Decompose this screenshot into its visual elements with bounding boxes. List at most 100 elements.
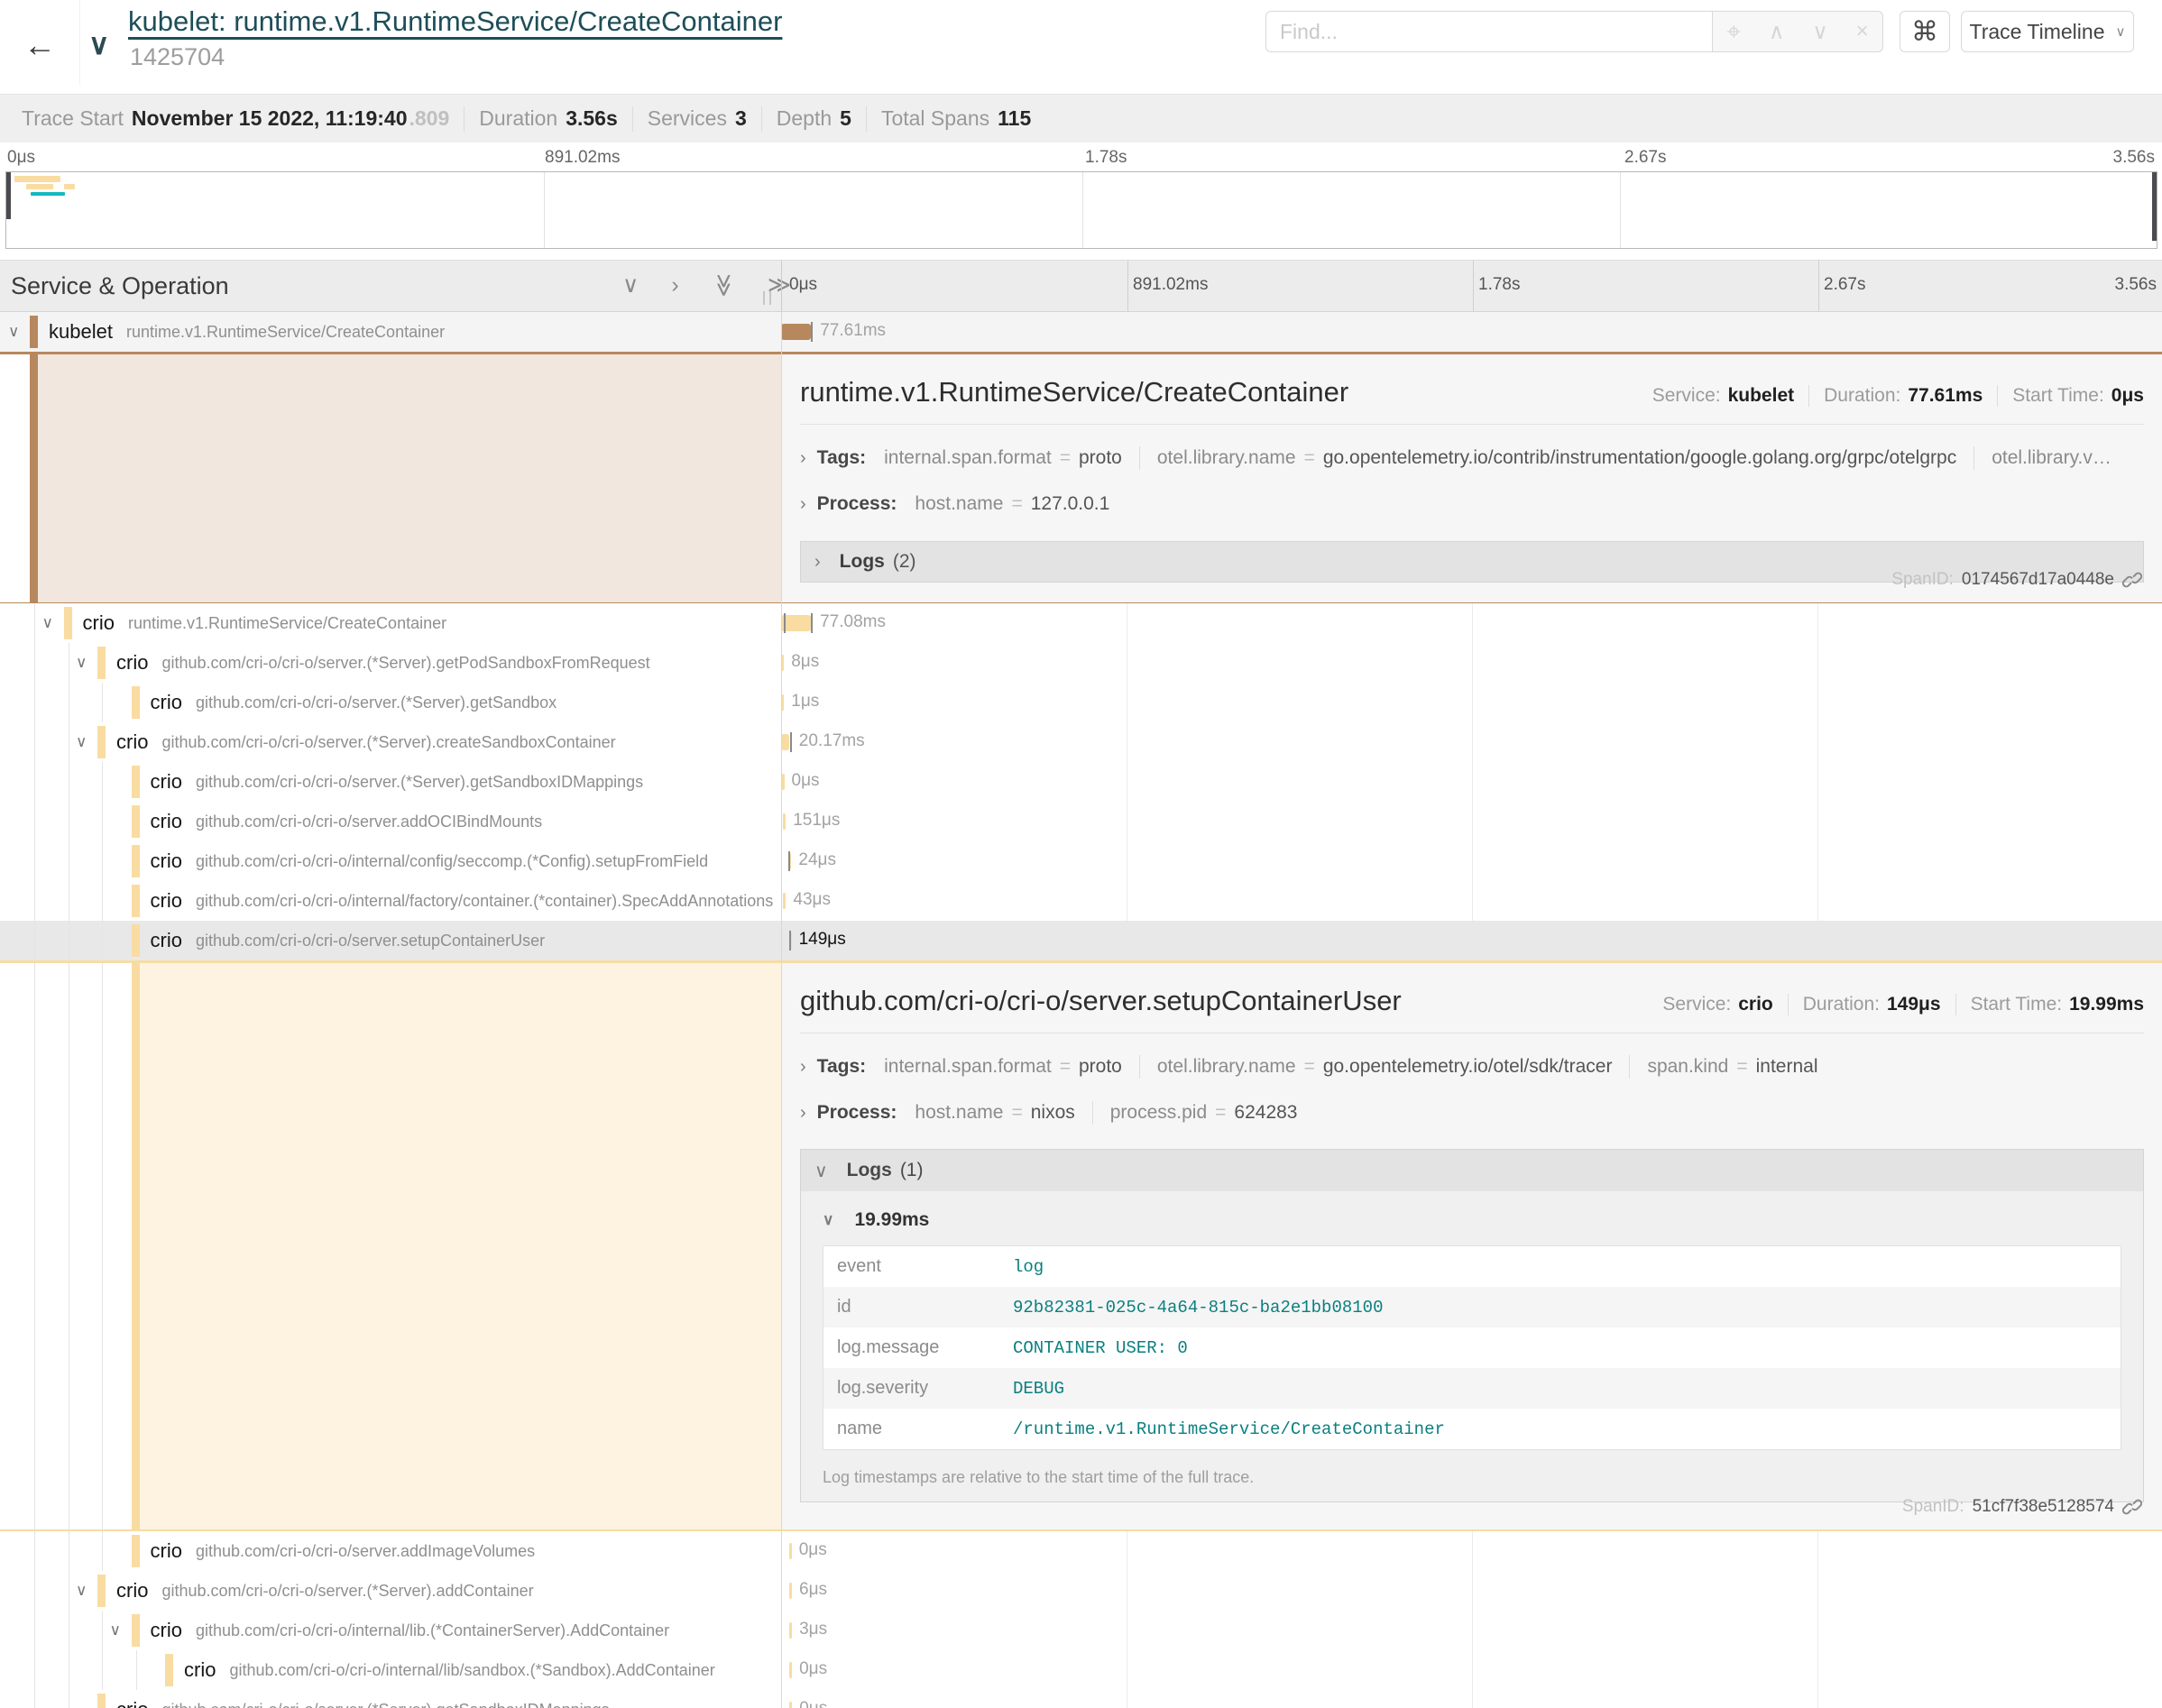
find-input[interactable] (1265, 11, 1712, 52)
kv-pair[interactable]: host.name=127.0.0.1 (915, 493, 1109, 515)
span-row[interactable]: criogithub.com/cri-o/cri-o/internal/lib/… (0, 1650, 2162, 1690)
kv-pair[interactable]: otel.library.name=go.opentelemetry.io/co… (1157, 447, 1956, 469)
kv-key: process.pid (1110, 1102, 1207, 1124)
kv-equals: = (1011, 1102, 1022, 1124)
kv-pair[interactable]: internal.span.format=proto (884, 1056, 1122, 1078)
row-expand-icon[interactable]: ∨ (76, 654, 87, 672)
span-row[interactable]: criogithub.com/cri-o/cri-o/internal/fact… (0, 881, 2162, 921)
link-icon[interactable] (2122, 1497, 2142, 1517)
kv-pair[interactable]: internal.span.format=proto (884, 447, 1122, 469)
process-row[interactable]: › Process: host.name=nixosprocess.pid=62… (800, 1100, 2144, 1125)
minimap-left-scrubber[interactable] (6, 172, 11, 219)
service-name: crio (184, 1658, 216, 1682)
collapse-one-icon[interactable]: ∨ (622, 274, 639, 297)
span-meta: Service:kubelet Duration:77.61ms Start T… (1652, 385, 2144, 407)
minimap-right-scrubber[interactable] (2152, 172, 2157, 241)
span-row-name-cell: criogithub.com/cri-o/cri-o/server.(*Serv… (0, 683, 781, 722)
log-entry-toggle[interactable]: ∨ 19.99ms (823, 1209, 2121, 1231)
span-row[interactable]: criogithub.com/cri-o/cri-o/server.addIma… (0, 1531, 2162, 1571)
span-duration-bar[interactable] (781, 734, 789, 750)
log-field-value[interactable]: CONTAINER USER: 0 (999, 1327, 2121, 1368)
span-row[interactable]: criogithub.com/cri-o/cri-o/internal/conf… (0, 841, 2162, 881)
kv-pair[interactable]: host.name=nixos (915, 1102, 1074, 1124)
span-row[interactable]: ∨criogithub.com/cri-o/cri-o/internal/lib… (0, 1611, 2162, 1650)
kv-value: nixos (1031, 1102, 1075, 1124)
row-expand-icon[interactable]: ∨ (76, 1582, 87, 1600)
tags-row[interactable]: › Tags: internal.span.format=protootel.l… (800, 445, 2144, 471)
span-row-label: criogithub.com/cri-o/cri-o/server.(*Serv… (0, 1571, 781, 1611)
span-duration-bar[interactable] (783, 813, 786, 830)
span-duration-bar[interactable] (781, 615, 811, 631)
kv-pair[interactable]: otel.library.v… (1992, 447, 2111, 469)
link-icon[interactable] (2122, 570, 2142, 590)
span-row[interactable]: criogithub.com/cri-o/cri-o/server.(*Serv… (0, 762, 2162, 802)
span-row[interactable]: ∨criogithub.com/cri-o/cri-o/server.(*Ser… (0, 1571, 2162, 1611)
log-field-value[interactable]: 92b82381-025c-4a64-815c-ba2e1bb08100 (999, 1287, 2121, 1327)
log-field-key: event (823, 1246, 1000, 1288)
log-field-value[interactable]: DEBUG (999, 1368, 2121, 1409)
jaeger-trace-page: ← ∨ kubelet: runtime.v1.RuntimeService/C… (0, 0, 2162, 1708)
trace-header-collapse-icon[interactable]: ∨ (88, 27, 109, 61)
prev-result-icon[interactable]: ∧ (1769, 19, 1785, 45)
row-expand-icon[interactable]: ∨ (76, 733, 87, 751)
span-row[interactable]: ∨criogithub.com/cri-o/cri-o/server.(*Ser… (0, 722, 2162, 762)
column-resizer[interactable] (763, 291, 771, 305)
span-duration-bar[interactable] (783, 893, 786, 909)
minimap-span-bar (31, 192, 65, 196)
span-row-timeline-cell: 3μs (781, 1611, 2162, 1650)
logs-toggle[interactable]: ∨ Logs (1) (801, 1150, 2143, 1191)
span-row[interactable]: criogithub.com/cri-o/cri-o/server.(*Serv… (0, 1690, 2162, 1708)
collapse-all-icon[interactable]: ≫ (712, 273, 734, 297)
kv-pair[interactable]: otel.library.name=go.opentelemetry.io/ot… (1157, 1056, 1613, 1078)
trace-view-dropdown[interactable]: Trace Timeline ∨ (1961, 11, 2134, 52)
kv-pair[interactable]: process.pid=624283 (1110, 1102, 1298, 1124)
span-row-timeline-cell: 6μs (781, 1571, 2162, 1611)
axis-gridline (1818, 261, 1819, 311)
span-duration-bar[interactable] (789, 1583, 792, 1599)
row-expand-icon[interactable]: ∨ (110, 1621, 121, 1639)
span-duration-bar[interactable] (789, 1662, 792, 1678)
span-row-timeline-cell: 149μs (781, 921, 2162, 960)
kv-pair[interactable]: span.kind=internal (1647, 1056, 1817, 1078)
trace-title-link[interactable]: kubelet: runtime.v1.RuntimeService/Creat… (128, 5, 782, 38)
process-row[interactable]: › Process: host.name=127.0.0.1 (800, 491, 2144, 517)
kv-key: otel.library.v… (1992, 447, 2111, 469)
expand-one-icon[interactable]: › (671, 274, 678, 297)
back-button[interactable]: ← (13, 18, 67, 72)
span-row-label: criogithub.com/cri-o/cri-o/server.addIma… (0, 1531, 781, 1571)
span-duration-bar[interactable] (789, 1702, 792, 1708)
span-row[interactable]: criogithub.com/cri-o/cri-o/server.addOCI… (0, 802, 2162, 841)
span-duration-bar[interactable] (781, 324, 811, 340)
locate-icon[interactable]: ⌖ (1726, 17, 1741, 47)
span-row[interactable]: criogithub.com/cri-o/cri-o/server.(*Serv… (0, 683, 2162, 722)
kv-equals: = (1215, 1102, 1226, 1124)
span-duration-bar[interactable] (789, 1622, 792, 1639)
span-duration-label: 20.17ms (799, 731, 865, 751)
minimap-tick-label: 1.78s (1085, 148, 1127, 168)
log-fields-table: eventlogid92b82381-025c-4a64-815c-ba2e1b… (823, 1245, 2121, 1450)
kv-key: otel.library.name (1157, 1056, 1296, 1078)
clear-search-icon[interactable]: × (1856, 19, 1869, 44)
span-row[interactable]: ∨crioruntime.v1.RuntimeService/CreateCon… (0, 603, 2162, 643)
tags-row[interactable]: › Tags: internal.span.format=protootel.l… (800, 1054, 2144, 1079)
span-row[interactable]: ∨criogithub.com/cri-o/cri-o/server.(*Ser… (0, 643, 2162, 683)
log-field-value[interactable]: /runtime.v1.RuntimeService/CreateContain… (999, 1409, 2121, 1450)
row-expand-icon[interactable]: ∨ (42, 614, 53, 632)
summary-label: Services (648, 106, 727, 131)
indent-guide (34, 1690, 35, 1708)
row-expand-icon[interactable]: ∨ (8, 323, 19, 341)
minimap-canvas[interactable] (5, 171, 2157, 249)
kv-key: host.name (915, 493, 1003, 515)
span-row[interactable]: ∨kubeletruntime.v1.RuntimeService/Create… (0, 312, 2162, 352)
indent-guide (102, 881, 103, 921)
log-field-value[interactable]: log (999, 1246, 2121, 1288)
keyboard-shortcuts-button[interactable]: ⌘ (1900, 11, 1950, 52)
logs-section: ∨ Logs (1) ∨ 19.99ms eventlogid92b82381-… (800, 1149, 2144, 1502)
span-row[interactable]: criogithub.com/cri-o/cri-o/server.setupC… (0, 921, 2162, 960)
service-name: crio (151, 1619, 182, 1642)
service-name: crio (116, 730, 148, 754)
next-result-icon[interactable]: ∨ (1812, 19, 1828, 45)
kv-equals: = (1304, 447, 1315, 469)
indent-guide (34, 1611, 35, 1650)
span-duration-bar[interactable] (789, 1543, 792, 1559)
